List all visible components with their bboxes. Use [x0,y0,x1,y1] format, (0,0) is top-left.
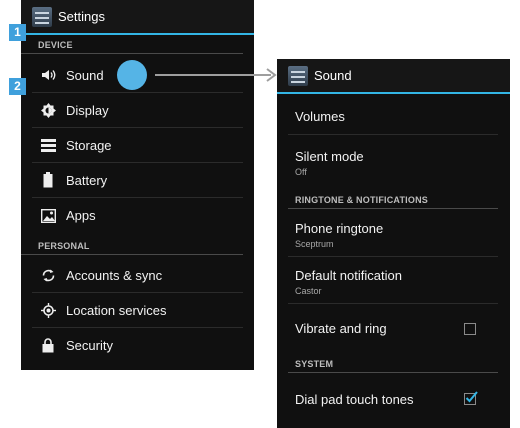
speaker-icon [40,67,56,83]
annotation-badge-2: 2 [9,78,26,95]
dial-pad-tones-item[interactable]: Dial pad touch tones [288,374,498,420]
settings-item-label: Security [66,338,113,353]
settings-item-storage[interactable]: Storage [32,128,243,163]
vibrate-ring-item[interactable]: Vibrate and ring [288,304,498,350]
checkmark-icon [465,391,478,403]
location-icon [40,302,56,318]
dial-pad-tones-checkbox[interactable] [464,391,478,405]
default-notification-label: Default notification [295,268,402,283]
settings-item-apps[interactable]: Apps [32,198,243,233]
settings-item-accounts-sync[interactable]: Accounts & sync [32,258,243,293]
arrow-connector [155,68,277,82]
phone-ringtone-label: Phone ringtone [295,221,384,236]
settings-title: Settings [58,9,105,24]
settings-item-label: Storage [66,137,112,153]
settings-action-bar: Settings [21,0,254,35]
section-device: DEVICE [21,36,243,54]
sound-screen: Sound Volumes Silent mode Off RINGTONE &… [277,59,510,428]
touch-indicator [117,60,147,90]
lock-icon [40,338,56,354]
settings-item-location[interactable]: Location services [32,293,243,328]
settings-item-battery[interactable]: Battery [32,163,243,198]
settings-item-label: Apps [66,208,96,223]
apps-icon [40,208,56,224]
volumes-label: Volumes [295,109,345,124]
settings-item-label: Battery [66,172,108,188]
section-system: SYSTEM [288,355,498,373]
default-notification-value: Castor [295,286,322,296]
battery-icon [40,172,56,188]
brightness-icon [40,102,56,118]
settings-app-icon [288,65,308,86]
silent-mode-label: Silent mode [295,149,364,164]
settings-item-label: Display [66,102,109,118]
vibrate-ring-checkbox[interactable] [464,323,476,335]
silent-mode-item[interactable]: Silent mode Off [288,135,498,183]
silent-mode-value: Off [295,167,307,177]
settings-item-label: Accounts & sync [66,267,163,283]
phone-ringtone-value: Sceptrum [295,239,334,249]
default-notification-item[interactable]: Default notification Castor [288,257,498,304]
section-ringtone: RINGTONE & NOTIFICATIONS [288,191,498,209]
sync-icon [40,267,56,283]
sound-title: Sound [314,68,352,83]
annotation-badge-1: 1 [9,24,26,41]
sound-action-bar: Sound [277,59,510,94]
settings-item-security[interactable]: Security [32,328,243,363]
volumes-item[interactable]: Volumes [288,95,498,135]
section-personal: PERSONAL [21,237,243,255]
settings-item-display[interactable]: Display [32,93,243,128]
settings-screen: Settings DEVICE Sound Display Storage Ba… [21,0,254,370]
settings-app-icon [32,6,52,27]
storage-icon [40,137,56,153]
phone-ringtone-item[interactable]: Phone ringtone Sceptrum [288,210,498,257]
settings-item-label: Location services [66,302,167,318]
settings-item-label: Sound [66,67,104,83]
